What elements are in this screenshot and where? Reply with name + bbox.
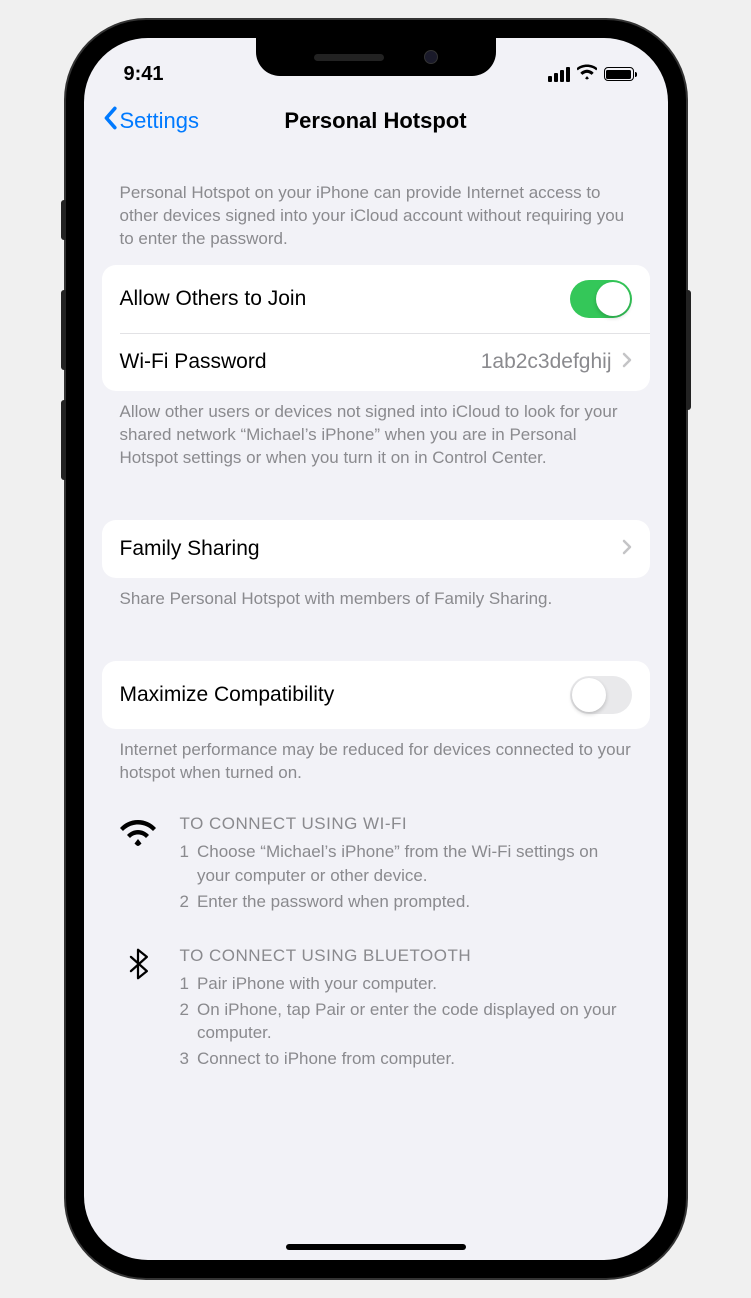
- instruction-step: 2Enter the password when prompted.: [180, 890, 632, 914]
- wifi-icon: [120, 814, 158, 915]
- instruction-step: 1Pair iPhone with your computer.: [180, 972, 632, 996]
- family-sharing-cell[interactable]: Family Sharing: [102, 520, 650, 578]
- allow-others-cell[interactable]: Allow Others to Join: [102, 265, 650, 333]
- allow-others-footer: Allow other users or devices not signed …: [102, 391, 650, 480]
- maximize-compat-cell[interactable]: Maximize Compatibility: [102, 661, 650, 729]
- cellular-signal-icon: [548, 67, 570, 82]
- back-button[interactable]: Settings: [102, 106, 200, 136]
- maximize-compat-toggle[interactable]: [570, 676, 632, 714]
- wifi-password-label: Wi-Fi Password: [120, 350, 267, 374]
- instruction-step: 1Choose “Michael’s iPhone” from the Wi-F…: [180, 840, 632, 888]
- maximize-compat-footer: Internet performance may be reduced for …: [102, 729, 650, 795]
- wifi-instructions-title: TO CONNECT USING WI-FI: [180, 814, 632, 834]
- back-label: Settings: [120, 108, 200, 134]
- chevron-right-icon: [622, 537, 632, 561]
- hotspot-group: Allow Others to Join Wi-Fi Password 1ab2…: [102, 265, 650, 391]
- allow-others-label: Allow Others to Join: [120, 287, 307, 311]
- chevron-right-icon: [622, 350, 632, 374]
- status-time: 9:41: [124, 63, 164, 86]
- wifi-password-value: 1ab2c3defghij: [481, 350, 632, 374]
- instruction-step: 3Connect to iPhone from computer.: [180, 1047, 632, 1071]
- speaker-grille: [314, 54, 384, 61]
- page-title: Personal Hotspot: [284, 108, 466, 134]
- family-sharing-group: Family Sharing: [102, 520, 650, 578]
- content: Personal Hotspot on your iPhone can prov…: [84, 152, 668, 1103]
- connection-instructions: TO CONNECT USING WI-FI 1Choose “Michael’…: [102, 794, 650, 1073]
- bluetooth-instructions-title: TO CONNECT USING BLUETOOTH: [180, 946, 632, 966]
- screen: 9:41 Settin: [84, 38, 668, 1260]
- notch: [256, 38, 496, 76]
- front-camera: [424, 50, 438, 64]
- status-right: [548, 63, 634, 86]
- volume-down-button: [61, 400, 66, 480]
- volume-up-button: [61, 290, 66, 370]
- navigation-bar: Settings Personal Hotspot: [84, 92, 668, 152]
- bluetooth-instructions: TO CONNECT USING BLUETOOTH 1Pair iPhone …: [120, 946, 632, 1073]
- chevron-left-icon: [102, 106, 118, 136]
- power-button: [686, 290, 691, 410]
- compat-group: Maximize Compatibility: [102, 661, 650, 729]
- instruction-step: 2On iPhone, tap Pair or enter the code d…: [180, 998, 632, 1046]
- bluetooth-icon: [120, 946, 158, 1073]
- allow-others-toggle[interactable]: [570, 280, 632, 318]
- intro-description: Personal Hotspot on your iPhone can prov…: [102, 152, 650, 265]
- silence-switch: [61, 200, 66, 240]
- family-sharing-label: Family Sharing: [120, 537, 260, 561]
- family-sharing-footer: Share Personal Hotspot with members of F…: [102, 578, 650, 621]
- side-buttons-left: [61, 200, 66, 510]
- battery-icon: [604, 67, 634, 81]
- wifi-instructions: TO CONNECT USING WI-FI 1Choose “Michael’…: [120, 814, 632, 915]
- wifi-password-cell[interactable]: Wi-Fi Password 1ab2c3defghij: [102, 333, 650, 391]
- wifi-icon: [577, 63, 597, 86]
- home-indicator[interactable]: [286, 1244, 466, 1250]
- maximize-compat-label: Maximize Compatibility: [120, 683, 335, 707]
- phone-frame: 9:41 Settin: [66, 20, 686, 1278]
